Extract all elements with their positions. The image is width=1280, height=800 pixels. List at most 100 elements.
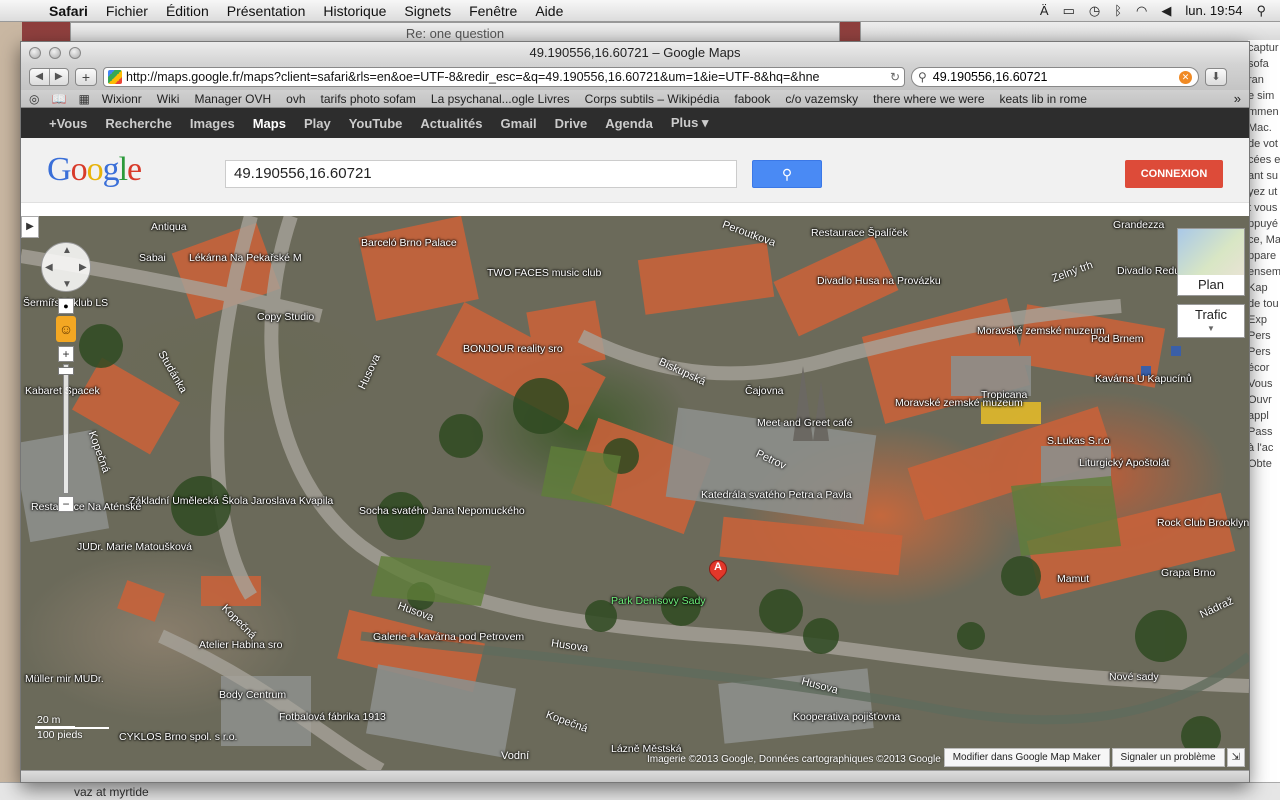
park-label[interactable]: Park Denisovy Sady <box>611 596 706 607</box>
place-label[interactable]: BONJOUR reality sro <box>463 344 563 355</box>
place-label[interactable]: Restaurace Na Aténské <box>31 502 141 513</box>
bookmark-item[interactable]: c/o vazemsky <box>785 92 858 106</box>
place-label[interactable]: Antiqua <box>151 222 187 233</box>
place-label[interactable]: Body Centrum <box>219 690 286 701</box>
location-marker[interactable]: A <box>705 556 731 586</box>
pan-control[interactable]: ▲ ▼ ◀ ▶ <box>41 242 91 292</box>
place-label[interactable]: Grapa Brno <box>1161 568 1215 579</box>
pan-up-icon[interactable]: ▲ <box>62 245 72 256</box>
zoom-window-button[interactable] <box>69 47 81 59</box>
zoom-slider-thumb[interactable] <box>58 367 74 375</box>
monitor-icon[interactable]: ▭ <box>1063 3 1075 19</box>
place-label[interactable]: Divadlo Husa na Provázku <box>817 276 941 287</box>
resize-corner-icon[interactable]: ⇲ <box>1226 748 1245 767</box>
address-bar[interactable]: http://maps.google.fr/maps?client=safari… <box>103 67 905 87</box>
reload-icon[interactable]: ↻ <box>890 70 900 84</box>
place-label[interactable]: Pod Brnem <box>1091 334 1144 345</box>
expand-panel-button[interactable]: ▶ <box>21 216 39 238</box>
place-label[interactable]: Mamut <box>1057 574 1089 585</box>
minimize-window-button[interactable] <box>49 47 61 59</box>
gbar-gmail[interactable]: Gmail <box>501 116 537 131</box>
place-label[interactable]: Základní Umělecká Škola Jaroslava Kvapil… <box>129 496 333 507</box>
place-label[interactable]: Sabai <box>139 253 166 264</box>
bookmark-item[interactable]: there where we were <box>873 92 984 106</box>
place-label[interactable]: Čajovna <box>745 386 784 397</box>
trafic-layer-toggle[interactable]: Trafic ▼ <box>1177 304 1245 338</box>
gbar-drive[interactable]: Drive <box>555 116 588 131</box>
menu-fichier[interactable]: Fichier <box>97 3 157 19</box>
gbar-actualites[interactable]: Actualités <box>420 116 482 131</box>
place-label[interactable]: Barceló Brno Palace <box>361 238 457 249</box>
street-view-pegman-icon[interactable]: ☺ <box>56 316 76 342</box>
google-logo[interactable]: Google <box>47 151 142 189</box>
clear-search-icon[interactable]: ✕ <box>1179 70 1192 84</box>
menu-clock[interactable]: lun. 19:54 <box>1185 3 1242 18</box>
wifi-icon[interactable]: ◠ <box>1136 3 1147 19</box>
back-icon[interactable]: ◀ <box>30 69 50 85</box>
gbar-play[interactable]: Play <box>304 116 331 131</box>
bookmark-item[interactable]: keats lib in rome <box>1000 92 1087 106</box>
gbar-agenda[interactable]: Agenda <box>605 116 653 131</box>
maps-search-button[interactable]: ⚲ <box>752 160 822 188</box>
address-text[interactable]: http://maps.google.fr/maps?client=safari… <box>126 70 890 84</box>
zoom-in-button[interactable]: + <box>58 346 74 362</box>
background-bottom-item[interactable]: vaz at myrtide <box>74 785 149 799</box>
place-label[interactable]: Socha svatého Jana Nepomuckého <box>359 506 525 517</box>
menu-presentation[interactable]: Présentation <box>218 3 315 19</box>
gbar-youtube[interactable]: YouTube <box>349 116 403 131</box>
reading-list-icon[interactable]: ◎ <box>29 92 39 106</box>
place-label[interactable]: JUDr. Marie Matoušková <box>77 542 192 553</box>
connexion-button[interactable]: CONNEXION <box>1125 160 1223 188</box>
place-label[interactable]: Atelier Habina sro <box>199 640 282 651</box>
place-label[interactable]: Copy Studio <box>257 312 314 323</box>
browser-search-text[interactable]: 49.190556,16.60721 <box>933 70 1179 84</box>
place-label[interactable]: Fotbalová fábrika 1913 <box>279 712 386 723</box>
gbar-images[interactable]: Images <box>190 116 235 131</box>
pan-down-icon[interactable]: ▼ <box>62 279 72 290</box>
menu-edition[interactable]: Édition <box>157 3 218 19</box>
forward-icon[interactable]: ▶ <box>50 69 69 85</box>
bookmark-item[interactable]: fabook <box>734 92 770 106</box>
bookmark-item[interactable]: ovh <box>286 92 305 106</box>
rotate-icon[interactable]: ● <box>58 298 74 314</box>
menu-safari[interactable]: Safari <box>40 3 97 19</box>
gbar-plus-vous[interactable]: +Vous <box>49 116 87 131</box>
time-machine-icon[interactable]: ◷ <box>1089 3 1100 19</box>
bookmark-item[interactable]: Manager OVH <box>194 92 271 106</box>
spotlight-icon[interactable]: ⚲ <box>1256 3 1266 19</box>
place-label[interactable]: Restaurace Špalíček <box>811 228 908 239</box>
gbar-maps[interactable]: Maps <box>253 116 286 131</box>
place-label[interactable]: Kavárna U Kapucínů <box>1095 374 1192 385</box>
place-label[interactable]: CYKLOS Brno spol. s r.o. <box>119 732 237 743</box>
bookmark-item[interactable]: Corps subtils – Wikipédia <box>585 92 720 106</box>
report-problem-link[interactable]: Signaler un problème <box>1111 748 1225 767</box>
adobe-icon[interactable]: Ä <box>1040 3 1049 18</box>
place-label[interactable]: Lékárna Na Pekařské M <box>189 253 302 264</box>
satellite-map[interactable]: Antiqua Sabai Lékárna Na Pekařské M Barc… <box>21 216 1249 770</box>
top-sites-grid-icon[interactable]: ▦ <box>78 92 89 106</box>
place-label[interactable]: Meet and Greet café <box>757 418 853 429</box>
place-label[interactable]: Nové sady <box>1109 672 1159 683</box>
place-label[interactable]: Moravské zemské muzeum <box>977 326 1105 337</box>
add-bookmark-button[interactable]: + <box>75 68 97 86</box>
pan-left-icon[interactable]: ◀ <box>45 262 53 273</box>
menu-historique[interactable]: Historique <box>314 3 395 19</box>
downloads-button[interactable]: ⬇ <box>1205 68 1227 86</box>
place-label[interactable]: Galerie a kavárna pod Petrovem <box>373 632 524 643</box>
gbar-recherche[interactable]: Recherche <box>105 116 171 131</box>
place-label[interactable]: Grandezza <box>1113 220 1164 231</box>
zoom-out-button[interactable]: − <box>58 496 74 512</box>
menu-signets[interactable]: Signets <box>395 3 460 19</box>
place-label[interactable]: Katedrála svatého Petra a Pavla <box>701 490 852 501</box>
close-window-button[interactable] <box>29 47 41 59</box>
place-label[interactable]: Liturgický Apoštolát <box>1079 458 1169 469</box>
menu-fenetre[interactable]: Fenêtre <box>460 3 526 19</box>
bookmark-item[interactable]: La psychanal...ogle Livres <box>431 92 570 106</box>
place-label[interactable]: Kooperativa pojišťovna <box>793 712 900 723</box>
map-maker-link[interactable]: Modifier dans Google Map Maker <box>943 748 1110 767</box>
place-label[interactable]: Müller mir MUDr. <box>25 674 104 685</box>
volume-icon[interactable]: ◀ <box>1161 3 1171 19</box>
bluetooth-icon[interactable]: ᛒ <box>1114 3 1122 18</box>
bookmark-item[interactable]: tarifs photo sofam <box>321 92 416 106</box>
menu-aide[interactable]: Aide <box>526 3 572 19</box>
